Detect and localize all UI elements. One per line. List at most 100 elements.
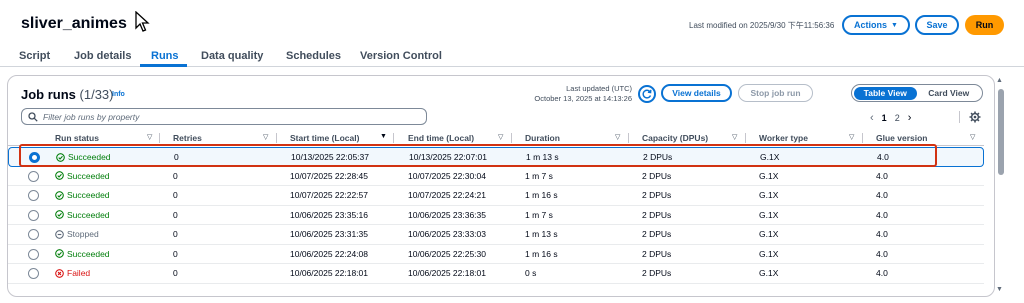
job-title: sliver_animes bbox=[21, 15, 127, 32]
table-row[interactable]: Succeeded 0 10/07/2025 22:28:45 10/07/2025 … bbox=[8, 167, 984, 186]
sort-desc-icon[interactable]: ▼ bbox=[380, 133, 387, 140]
scrollbar[interactable]: ▲ ▼ bbox=[996, 75, 1006, 297]
column-divider bbox=[511, 133, 512, 143]
active-tab-indicator bbox=[140, 64, 187, 67]
col-run-status[interactable]: Run status bbox=[55, 133, 99, 143]
table-row[interactable]: Succeeded 0 10/06/2025 22:24:08 10/06/2025 … bbox=[8, 245, 984, 264]
col-retries[interactable]: Retries bbox=[173, 133, 202, 143]
sort-icon[interactable]: ▽ bbox=[615, 133, 620, 141]
tab-version-control[interactable]: Version Control bbox=[360, 50, 442, 62]
chevron-right-icon[interactable]: › bbox=[908, 112, 912, 124]
sort-icon[interactable]: ▽ bbox=[263, 133, 268, 141]
row-select-radio[interactable] bbox=[28, 268, 39, 279]
col-start-time[interactable]: Start time (Local) bbox=[290, 133, 359, 143]
cell-retries: 0 bbox=[173, 229, 178, 239]
scroll-thumb[interactable] bbox=[998, 89, 1004, 175]
run-status-text: Succeeded bbox=[67, 190, 110, 200]
panel-title: Job runs (1/33) bbox=[21, 87, 114, 102]
cell-capacity: 2 DPUs bbox=[642, 229, 672, 239]
run-button[interactable]: Run bbox=[965, 15, 1004, 35]
cell-duration: 1 m 16 s bbox=[525, 248, 558, 259]
last-updated-value: October 13, 2025 at 14:13:26 bbox=[534, 94, 632, 103]
run-status: Stopped bbox=[55, 229, 99, 239]
cell-worker: G.1X bbox=[759, 229, 779, 239]
row-select-radio[interactable] bbox=[28, 248, 39, 260]
cell-end: 10/07/2025 22:24:21 bbox=[408, 190, 486, 200]
run-status-text: Succeeded bbox=[67, 209, 110, 220]
cell-glue: 4.0 bbox=[876, 229, 888, 239]
col-end-time[interactable]: End time (Local) bbox=[408, 133, 474, 143]
col-glue-version[interactable]: Glue version bbox=[876, 133, 928, 143]
tab-runs[interactable]: Runs bbox=[151, 50, 179, 62]
table-row[interactable]: Succeeded 0 10/06/2025 23:35:16 10/06/2025 … bbox=[8, 206, 984, 225]
job-runs-panel: Job runs (1/33) Info Last updated (UTC) … bbox=[7, 75, 995, 297]
row-select-radio[interactable] bbox=[28, 190, 39, 201]
tab-data-quality[interactable]: Data quality bbox=[201, 50, 263, 62]
pagination: ‹ 1 2 › bbox=[866, 112, 915, 124]
column-divider bbox=[745, 133, 746, 143]
cell-duration: 0 s bbox=[525, 268, 537, 278]
cell-worker: G.1X bbox=[759, 170, 779, 181]
tab-bar: Script Job details Runs Data quality Sch… bbox=[0, 44, 1024, 67]
sort-icon[interactable]: ▽ bbox=[732, 133, 737, 141]
cell-capacity: 2 DPUs bbox=[642, 170, 672, 181]
refresh-button[interactable] bbox=[638, 85, 656, 103]
search-placeholder: Filter job runs by property bbox=[43, 111, 140, 122]
top-bar: sliver_animes Last modified on 2025/9/30… bbox=[0, 0, 1024, 44]
table-row[interactable]: Stopped 0 10/06/2025 23:31:35 10/06/2025 23… bbox=[8, 225, 984, 245]
view-details-button[interactable]: View details bbox=[661, 84, 732, 102]
sort-icon[interactable]: ▽ bbox=[970, 133, 975, 141]
col-worker-type[interactable]: Worker type bbox=[759, 133, 808, 143]
selected-row-highlight bbox=[19, 144, 937, 167]
page-2[interactable]: 2 bbox=[895, 113, 900, 123]
chevron-left-icon[interactable]: ‹ bbox=[870, 112, 874, 124]
run-status: Succeeded bbox=[55, 210, 110, 220]
cell-end: 10/06/2025 22:25:30 bbox=[408, 248, 486, 259]
scroll-up-icon[interactable]: ▲ bbox=[996, 77, 1003, 84]
column-divider bbox=[159, 133, 160, 143]
gear-icon[interactable] bbox=[969, 111, 981, 123]
sort-icon[interactable]: ▽ bbox=[147, 133, 152, 141]
sort-icon[interactable]: ▽ bbox=[498, 133, 503, 141]
cell-worker: G.1X bbox=[759, 248, 779, 259]
caret-down-icon: ▼ bbox=[891, 21, 898, 29]
actions-label: Actions bbox=[854, 20, 888, 30]
cell-end: 10/06/2025 23:33:03 bbox=[408, 229, 486, 239]
save-button[interactable]: Save bbox=[915, 15, 959, 35]
cell-capacity: 2 DPUs bbox=[642, 209, 672, 220]
stopped-icon bbox=[55, 229, 64, 239]
info-link[interactable]: Info bbox=[112, 91, 125, 98]
tab-script[interactable]: Script bbox=[19, 50, 50, 62]
run-status-text: Stopped bbox=[67, 229, 99, 239]
cell-start: 10/06/2025 22:18:01 bbox=[290, 268, 368, 278]
refresh-icon bbox=[642, 89, 652, 99]
actions-button[interactable]: Actions ▼ bbox=[842, 15, 910, 35]
col-capacity[interactable]: Capacity (DPUs) bbox=[642, 133, 708, 143]
tab-job-details[interactable]: Job details bbox=[74, 50, 131, 62]
cell-retries: 0 bbox=[173, 209, 178, 220]
tab-schedules[interactable]: Schedules bbox=[286, 50, 341, 62]
page-1[interactable]: 1 bbox=[882, 113, 887, 123]
table-row[interactable]: Failed 0 10/06/2025 22:18:01 10/06/2025 22:… bbox=[8, 264, 984, 284]
scroll-down-icon[interactable]: ▼ bbox=[996, 286, 1003, 293]
run-status: Succeeded bbox=[55, 249, 110, 259]
success-check-icon bbox=[55, 190, 64, 200]
search-input[interactable]: Filter job runs by property bbox=[21, 108, 427, 125]
row-select-radio[interactable] bbox=[28, 170, 39, 182]
last-updated: Last updated (UTC) October 13, 2025 at 1… bbox=[518, 84, 632, 104]
view-toggle: Table View Card View bbox=[851, 84, 983, 102]
cell-capacity: 2 DPUs bbox=[642, 268, 672, 278]
cell-start: 10/06/2025 23:35:16 bbox=[290, 209, 368, 220]
card-view-option[interactable]: Card View bbox=[917, 87, 981, 100]
success-check-icon bbox=[55, 171, 64, 180]
column-divider bbox=[276, 133, 277, 143]
row-select-radio[interactable] bbox=[28, 229, 39, 240]
cell-end: 10/06/2025 22:18:01 bbox=[408, 268, 486, 278]
table-row[interactable]: Succeeded 0 10/07/2025 22:22:57 10/07/2025 … bbox=[8, 186, 984, 206]
row-select-radio[interactable] bbox=[28, 209, 39, 221]
col-duration[interactable]: Duration bbox=[525, 133, 560, 143]
cell-worker: G.1X bbox=[759, 190, 779, 200]
sort-icon[interactable]: ▽ bbox=[849, 133, 854, 141]
stop-job-run-button[interactable]: Stop job run bbox=[738, 84, 813, 102]
table-view-option[interactable]: Table View bbox=[853, 86, 917, 100]
